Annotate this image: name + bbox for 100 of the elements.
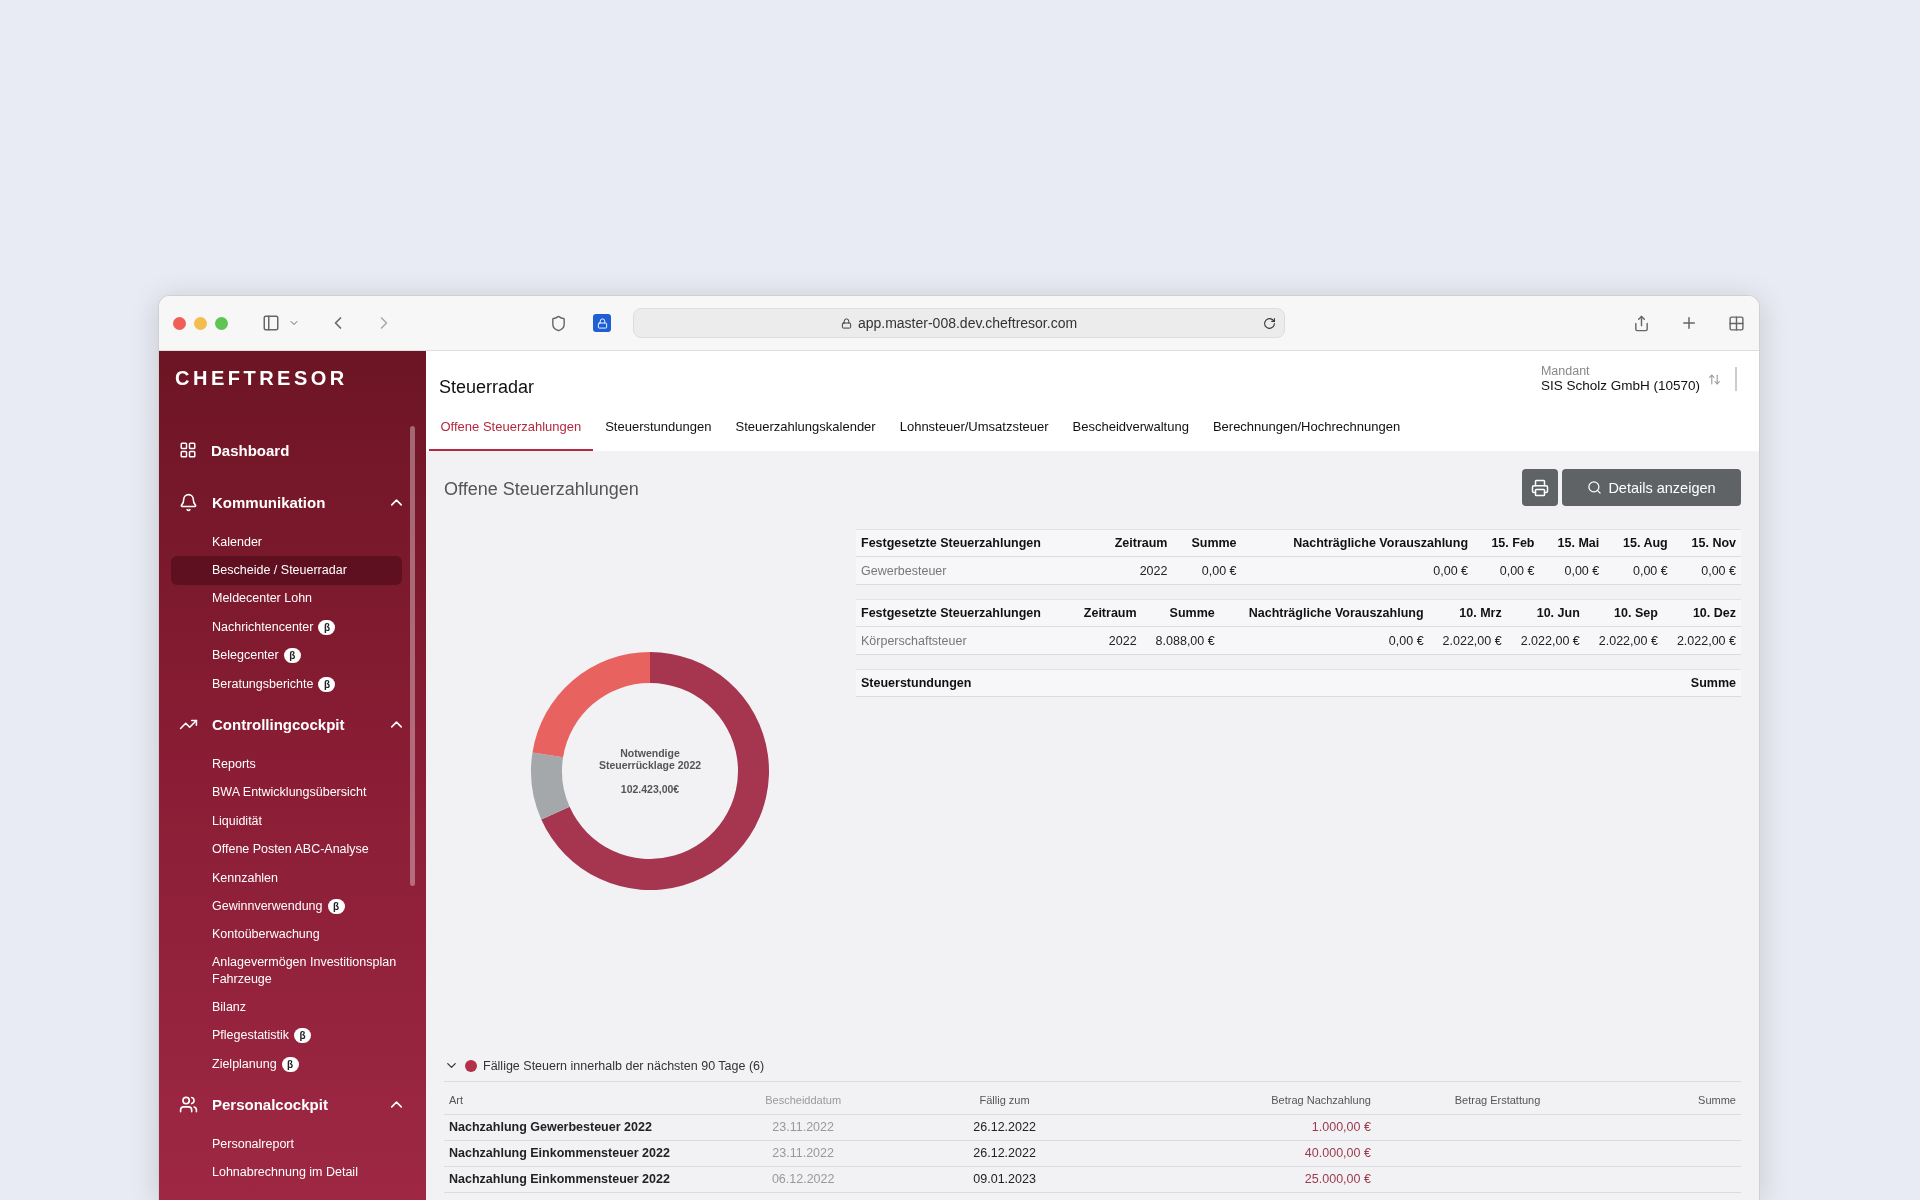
nav-item[interactable]: Kalender <box>171 528 402 557</box>
nav-item-label: Kennzahlen <box>212 869 279 887</box>
table-cell: 0,00 € <box>1604 556 1673 585</box>
beta-badge: β <box>318 676 336 692</box>
nav-item[interactable]: Personalreport <box>171 1130 402 1159</box>
table-cell: 8.088,00 € <box>1141 626 1220 655</box>
table-cell: 09.01.2023 <box>912 1166 1097 1192</box>
share-icon[interactable] <box>1633 314 1650 332</box>
column-header: Festgesetzte Steuerzahlungen <box>856 529 1094 557</box>
nav-item[interactable]: Gewinnverwendung β <box>171 892 402 921</box>
nav-section-header[interactable]: Kommunikation <box>159 476 426 528</box>
beta-badge: β <box>318 619 336 635</box>
tab[interactable]: Bescheidverwaltung <box>1061 404 1201 451</box>
donut-label: Notwendige Steuerrücklage 2022 <box>597 747 703 771</box>
group-title: Fällige Steuern innerhalb der nächsten 90 Tage (6) <box>483 1058 765 1073</box>
nav-item[interactable]: Pflegestatistik β <box>171 1021 402 1050</box>
nav-item[interactable]: Liquidität <box>171 807 402 836</box>
table-cell: 0,00 € <box>1241 556 1474 585</box>
nav-item[interactable]: Zielplanung β <box>171 1049 402 1079</box>
table-cell: 26.12.2022 <box>912 1140 1097 1166</box>
column-header: 15. Mai <box>1539 529 1605 557</box>
table-cell: 0,00 € <box>1219 626 1429 655</box>
lock-icon <box>840 317 852 329</box>
new-tab-icon[interactable] <box>1680 314 1698 332</box>
printer-icon <box>1531 478 1549 497</box>
nav-item-label: Anlagevermögen Investitionsplan Fahrzeuge <box>212 954 398 989</box>
donut-value: 102.423,00€ <box>620 783 680 795</box>
nav-item[interactable]: Belegcenter β <box>171 641 402 670</box>
nav-item-label: Lohnabrechnung im Detail <box>212 1164 358 1182</box>
nav-item[interactable]: Lohnabrechnung im Detail <box>171 1158 402 1188</box>
column-header: 10. Sep <box>1584 599 1663 627</box>
column-header: Bescheiddatum <box>694 1086 913 1114</box>
table-cell: 2.022,00 € <box>1506 626 1585 655</box>
table-cell: 2022 <box>1070 626 1142 655</box>
table-cell: 1.000,00 € <box>1096 1114 1376 1140</box>
nav-item[interactable]: Offene Posten ABC-Analyse <box>171 835 402 864</box>
scrollbar-thumb[interactable] <box>410 426 415 886</box>
tab[interactable]: Lohnsteuer/Umsatzsteuer <box>888 404 1061 451</box>
column-header: Festgesetzte Steuerzahlungen <box>856 599 1071 627</box>
print-button[interactable] <box>1522 469 1558 506</box>
table-cell: 23.11.2022 <box>694 1114 913 1140</box>
nav-item[interactable]: Dashboard <box>159 424 426 476</box>
switch-icon[interactable] <box>1708 372 1721 386</box>
nav-section-header[interactable]: Personalcockpit <box>159 1078 426 1131</box>
tab-overview-icon[interactable] <box>1728 314 1745 332</box>
page-title: Steuerradar <box>439 377 535 399</box>
extension-icon[interactable] <box>593 314 611 332</box>
nav-item[interactable]: Reports <box>171 750 402 779</box>
reload-icon[interactable] <box>1263 316 1276 330</box>
address-bar[interactable]: app.master-008.dev.cheftresor.com <box>633 308 1285 338</box>
nav-section-header[interactable]: Controllingcockpit <box>159 698 426 751</box>
table-cell: Nachzahlung Einkommensteuer 2022 <box>444 1166 694 1192</box>
nav-item[interactable]: Beratungsberichte β <box>171 669 402 699</box>
client-name: SIS Scholz GmbH (10570) <box>1540 378 1700 393</box>
users-icon <box>179 1094 198 1114</box>
table-cell: 40.000,00 € <box>1096 1140 1376 1166</box>
beta-badge: β <box>281 1056 299 1072</box>
column-header: 15. Feb <box>1473 529 1540 557</box>
beta-badge: β <box>327 899 345 914</box>
nav-item[interactable]: Bilanz <box>171 993 402 1022</box>
close-window-button[interactable] <box>173 316 186 330</box>
nav-item[interactable]: Nachrichtencenter β <box>171 613 402 642</box>
table-cell: 0,00 € <box>1172 556 1242 585</box>
details-button[interactable]: Details anzeigen <box>1562 469 1741 506</box>
nav-item-label: Nachrichtencenter <box>212 618 314 636</box>
table-cell: Gewerbesteuer <box>856 556 1094 585</box>
nav-item[interactable]: BWA Entwicklungsübersicht <box>171 778 402 808</box>
column-header: Summe <box>1172 529 1242 557</box>
shield-icon[interactable] <box>550 314 567 332</box>
column-header: Betrag Erstattung <box>1375 1086 1620 1114</box>
nav-item-label: Liquidität <box>212 812 263 830</box>
nav-item-label: Offene Posten ABC-Analyse <box>212 841 369 859</box>
table-cell: Nachzahlung Gewerbesteuer 2022 <box>444 1114 694 1140</box>
column-header: Summe <box>1619 1086 1741 1114</box>
tab[interactable]: Steuerzahlungskalender <box>723 404 888 451</box>
beta-badge: β <box>283 648 301 664</box>
nav-item[interactable]: Anlagevermögen Investitionsplan Fahrzeuge <box>171 949 402 994</box>
nav-item-label: BWA Entwicklungsübersicht <box>212 784 367 802</box>
nav-item[interactable]: Kontoüberwachung <box>171 920 402 950</box>
tab[interactable]: Steuerstundungen <box>593 404 723 451</box>
tab[interactable]: Berechnungen/Hochrechnungen <box>1201 404 1412 451</box>
tab[interactable]: Offene Steuerzahlungen <box>429 404 593 451</box>
column-header: 15. Aug <box>1604 529 1673 557</box>
nav-item[interactable]: Meldecenter Lohn <box>171 584 402 614</box>
column-header: Summe <box>1141 599 1220 627</box>
section-title: Offene Steuerzahlungen <box>444 479 639 500</box>
nav-item[interactable]: Kennzahlen <box>171 863 402 893</box>
nav-item-label: Beratungsberichte <box>212 675 314 693</box>
column-header: 15. Nov <box>1672 529 1741 557</box>
table-cell: 0,00 € <box>1539 556 1605 585</box>
nav-item-label: Personalreport <box>212 1135 294 1153</box>
dashboard-icon <box>179 441 197 459</box>
column-header: Zeitraum <box>1070 599 1142 627</box>
sidebar-toggle-icon[interactable] <box>262 314 280 332</box>
nav-item-label: Bescheide / Steuerradar <box>212 562 347 580</box>
column-header: 10. Dez <box>1662 599 1741 627</box>
url-text: app.master-008.dev.cheftresor.com <box>857 315 1078 331</box>
table-cell: Nachzahlung Einkommensteuer 2022 <box>444 1140 694 1166</box>
nav-item[interactable]: Bescheide / Steuerradar <box>171 556 402 585</box>
nav-item-label: Meldecenter Lohn <box>212 590 313 608</box>
